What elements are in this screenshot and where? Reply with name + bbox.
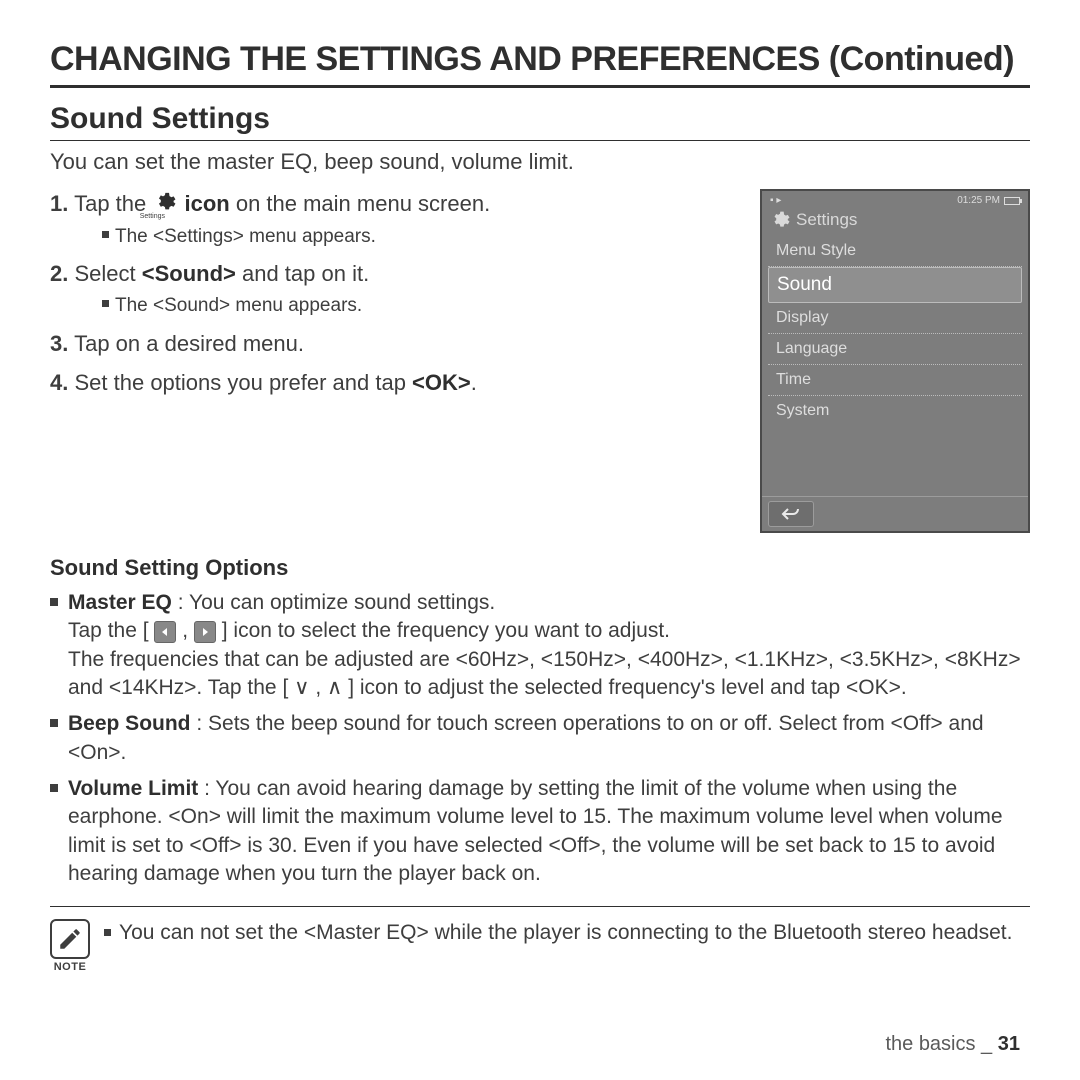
note-body: You can not set the <Master EQ> while th… xyxy=(104,919,1030,947)
step-2-sub-text: The <Sound> menu appears. xyxy=(115,293,362,319)
device-menu-list: Menu Style Sound Display Language Time S… xyxy=(762,236,1028,426)
battery-icon xyxy=(1004,197,1020,205)
device-status-bar: ▪ ▸ 01:25 PM xyxy=(762,191,1028,208)
step-4: 4. Set the options you prefer and tap <O… xyxy=(50,368,738,398)
footer-section: the basics _ xyxy=(885,1033,997,1055)
back-button[interactable] xyxy=(768,501,814,527)
step-4-bold: <OK> xyxy=(412,370,471,395)
gear-icon: Settings xyxy=(152,191,178,220)
device-mock: ▪ ▸ 01:25 PM Settings Menu Style Sound D… xyxy=(760,189,1030,533)
footer-page-number: 31 xyxy=(998,1033,1020,1055)
step-2-pre: Select xyxy=(74,261,141,286)
bullet-icon xyxy=(50,719,58,727)
option-body: : You can avoid hearing damage by settin… xyxy=(68,777,1003,885)
note-caption: NOTE xyxy=(50,961,90,973)
device-menu-item[interactable]: Display xyxy=(768,303,1022,334)
page-title: CHANGING THE SETTINGS AND PREFERENCES (C… xyxy=(50,40,1030,88)
step-4-post: . xyxy=(471,370,477,395)
device-header-label: Settings xyxy=(796,210,857,230)
step-3-text: Tap on a desired menu. xyxy=(74,331,304,356)
device-menu-item[interactable]: Language xyxy=(768,334,1022,365)
device-menu-item-selected[interactable]: Sound xyxy=(768,267,1022,303)
option-body: Tap the [ xyxy=(68,619,154,642)
option-label: Master EQ xyxy=(68,591,172,614)
option-label: Beep Sound xyxy=(68,712,191,735)
option-beep-sound: Beep Sound : Sets the beep sound for tou… xyxy=(50,710,1030,767)
options-list: Master EQ : You can optimize sound setti… xyxy=(50,589,1030,907)
play-icon: ▪ ▸ xyxy=(770,195,781,206)
bullet-icon xyxy=(50,598,58,606)
device-header: Settings xyxy=(762,208,1028,236)
note-label: NOTE xyxy=(50,919,90,973)
intro-text: You can set the master EQ, beep sound, v… xyxy=(50,149,1030,175)
step-1-sub-text: The <Settings> menu appears. xyxy=(115,224,376,250)
device-menu-item[interactable]: Menu Style xyxy=(768,236,1022,267)
gear-caption: Settings xyxy=(152,213,178,220)
note-text: You can not set the <Master EQ> while th… xyxy=(119,919,1012,947)
option-label: Volume Limit xyxy=(68,777,198,800)
option-body: , xyxy=(176,619,194,642)
option-body: ] icon to select the frequency you want … xyxy=(216,619,670,642)
page-footer: the basics _ 31 xyxy=(885,1033,1020,1056)
device-time: 01:25 PM xyxy=(957,195,1000,206)
option-volume-limit: Volume Limit : You can avoid hearing dam… xyxy=(50,775,1030,888)
left-arrow-icon xyxy=(154,621,176,643)
step-4-pre: Set the options you prefer and tap xyxy=(74,370,412,395)
device-menu-item[interactable]: Time xyxy=(768,365,1022,396)
step-1: 1. Tap the Settings icon on the main men… xyxy=(50,189,738,249)
step-2-post: and tap on it. xyxy=(236,261,369,286)
step-2-sub: The <Sound> menu appears. xyxy=(76,293,738,319)
bullet-icon xyxy=(104,929,111,936)
option-body: : Sets the beep sound for touch screen o… xyxy=(68,712,984,763)
step-1-tail: on the main menu screen. xyxy=(230,191,490,216)
option-head: : You can optimize sound settings. xyxy=(172,591,495,614)
option-body: The frequencies that can be adjusted are… xyxy=(68,648,1021,699)
device-footer xyxy=(762,496,1028,531)
step-2-bold: <Sound> xyxy=(142,261,236,286)
note-icon xyxy=(50,919,90,959)
step-3: 3. Tap on a desired menu. xyxy=(50,329,738,359)
options-title: Sound Setting Options xyxy=(50,555,1030,581)
gear-icon xyxy=(770,210,790,230)
right-arrow-icon xyxy=(194,621,216,643)
bullet-icon xyxy=(50,784,58,792)
step-1-sub: The <Settings> menu appears. xyxy=(76,224,738,250)
step-1-bold: icon xyxy=(184,191,229,216)
step-2: 2. Select <Sound> and tap on it. The <So… xyxy=(50,259,738,318)
back-icon xyxy=(781,507,801,521)
section-title: Sound Settings xyxy=(50,102,1030,141)
bullet-icon xyxy=(102,231,109,238)
option-master-eq: Master EQ : You can optimize sound setti… xyxy=(50,589,1030,702)
bullet-icon xyxy=(102,300,109,307)
device-menu-item[interactable]: System xyxy=(768,396,1022,426)
steps-list: 1. Tap the Settings icon on the main men… xyxy=(50,189,738,398)
note-row: NOTE You can not set the <Master EQ> whi… xyxy=(50,919,1030,973)
